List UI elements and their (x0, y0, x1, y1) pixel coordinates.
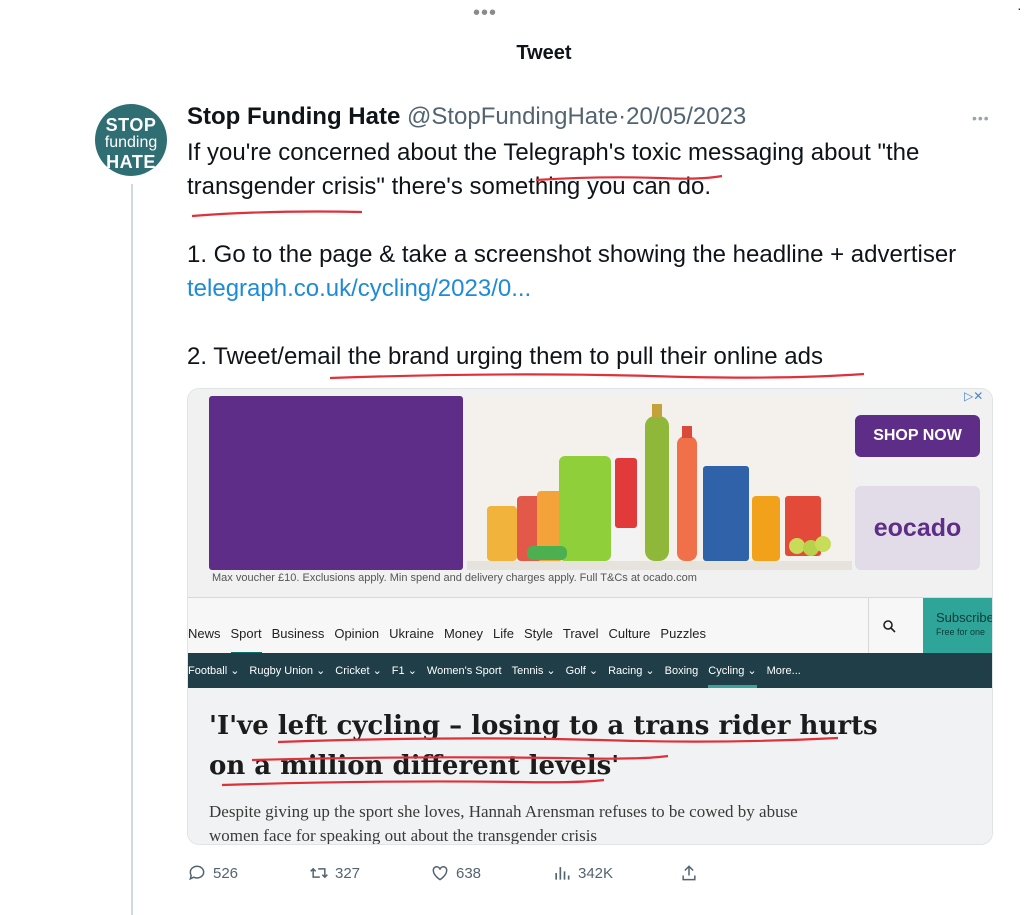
subnav-item[interactable]: Football ⌄ (188, 665, 239, 677)
site-nav-tab[interactable]: Style (524, 626, 553, 641)
subnav-item[interactable]: Women's Sport (427, 665, 502, 677)
subnav-item[interactable]: Tennis ⌄ (512, 665, 556, 677)
advert-banner: ▷✕ SHOP NOW eocado Max voucher £10. Excl… (188, 389, 992, 597)
author-name[interactable]: Stop Funding Hate (187, 103, 400, 130)
brand-name: ocado (887, 514, 962, 542)
headline-line: 'I've left cycling – losing to a trans r… (209, 711, 878, 741)
site-nav-tab[interactable]: Travel (563, 626, 599, 641)
tweet-link[interactable]: telegraph.co.uk/cycling/2023/0... (187, 272, 531, 306)
site-nav-tab[interactable]: Sport (231, 626, 262, 641)
subnav-item[interactable]: Boxing (665, 665, 699, 677)
tweet-author-row: Stop Funding Hate @StopFundingHate·20/05… (187, 102, 746, 132)
like-button[interactable]: 638 (430, 858, 481, 888)
brand-logo-mark: e (873, 514, 888, 542)
sheet-handle-icon: ••• (473, 2, 498, 24)
tweet-date[interactable]: 20/05/2023 (626, 103, 746, 130)
site-nav-tab[interactable]: News (188, 626, 221, 641)
edge-artifact: · (1017, 0, 1022, 16)
site-nav-tab[interactable]: Life (493, 626, 514, 641)
site-nav-tab[interactable]: Opinion (334, 626, 379, 641)
advert-products-image (467, 396, 852, 570)
reply-icon (189, 865, 205, 881)
site-nav-tab[interactable]: Puzzles (660, 626, 706, 641)
subnav-item[interactable]: Cricket ⌄ (335, 665, 382, 677)
subnav-item[interactable]: More... (767, 665, 801, 677)
subscribe-button[interactable]: Subscribe Free for one (923, 598, 993, 654)
site-nav-tab[interactable]: Culture (609, 626, 651, 641)
site-nav-tabs: News Sport Business Opinion Ukraine Money Life… (188, 626, 716, 641)
tweet-text-line: 1. Go to the page & take a screenshot sh… (187, 241, 957, 268)
avatar-text-line2: funding (104, 134, 158, 151)
ad-choices-icon[interactable]: ▷✕ (964, 389, 983, 403)
brand-logo-box: eocado (855, 486, 980, 570)
thread-line (131, 184, 133, 915)
annotation-underline (329, 372, 865, 380)
like-count: 638 (456, 864, 482, 882)
avatar-text-line1: STOP (105, 115, 157, 135)
site-nav-tab[interactable]: Money (444, 626, 483, 641)
views-button[interactable]: 342K (552, 858, 613, 888)
site-navigation: News Sport Business Opinion Ukraine Money Life… (188, 597, 993, 654)
article-standfirst: Despite giving up the sport she loves, H… (209, 800, 798, 845)
retweet-icon (310, 867, 328, 879)
page-title: Tweet (516, 42, 572, 64)
subnav-item[interactable]: Racing ⌄ (608, 665, 655, 677)
site-nav-tab[interactable]: Ukraine (389, 626, 434, 641)
subnav-item[interactable]: Rugby Union ⌄ (249, 665, 325, 677)
separator: · (618, 103, 627, 130)
tweet-text-line: transgender crisis" there's something yo… (187, 173, 712, 200)
avatar[interactable]: STOP funding HATE (95, 104, 167, 176)
more-options-icon[interactable]: ••• (972, 110, 992, 126)
tweet-actions: 526 327 638 342K (187, 858, 707, 888)
author-handle[interactable]: @StopFundingHate (407, 103, 618, 130)
brand-logo: eocado (855, 514, 980, 543)
ad-disclaimer: Max voucher £10. Exclusions apply. Min s… (212, 572, 697, 584)
subscribe-label: Subscribe (936, 610, 993, 625)
sport-subnavigation: Football ⌄ Rugby Union ⌄ Cricket ⌄ F1 ⌄ Wome… (188, 653, 992, 688)
avatar-text-line3: HATE (106, 152, 156, 172)
advert-image-panel (209, 396, 463, 570)
share-button[interactable] (679, 858, 699, 888)
search-icon[interactable] (868, 598, 908, 654)
heart-icon (432, 865, 448, 881)
annotation-underline (191, 210, 363, 218)
standfirst-line: Despite giving up the sport she loves, H… (209, 802, 798, 821)
subscribe-sublabel: Free for one (936, 627, 986, 637)
shop-now-button[interactable]: SHOP NOW (855, 415, 980, 457)
reply-count: 526 (213, 864, 239, 882)
subnav-item[interactable]: Cycling ⌄ (708, 665, 756, 677)
retweet-count: 327 (335, 864, 361, 882)
article-headline: 'I've left cycling – losing to a trans r… (209, 706, 878, 786)
tweet-text-line: If you're concerned about the Telegraph'… (187, 139, 920, 166)
article-header: 'I've left cycling – losing to a trans r… (188, 688, 992, 845)
tweet-text-line: 2. Tweet/email the brand urging them to … (187, 343, 823, 370)
reply-button[interactable]: 526 (187, 858, 238, 888)
standfirst-line: women face for speaking out about the tr… (209, 826, 598, 845)
subnav-item[interactable]: F1 ⌄ (392, 665, 417, 677)
subnav-item[interactable]: Golf ⌄ (566, 665, 598, 677)
headline-line: on a million different levels' (209, 751, 620, 781)
attached-image[interactable]: ▷✕ SHOP NOW eocado Max voucher £10. Excl… (187, 388, 993, 845)
views-count: 342K (578, 864, 614, 882)
share-icon (682, 865, 696, 881)
site-nav-tab[interactable]: Business (272, 626, 325, 641)
retweet-button[interactable]: 327 (309, 858, 360, 888)
views-icon (555, 867, 570, 880)
